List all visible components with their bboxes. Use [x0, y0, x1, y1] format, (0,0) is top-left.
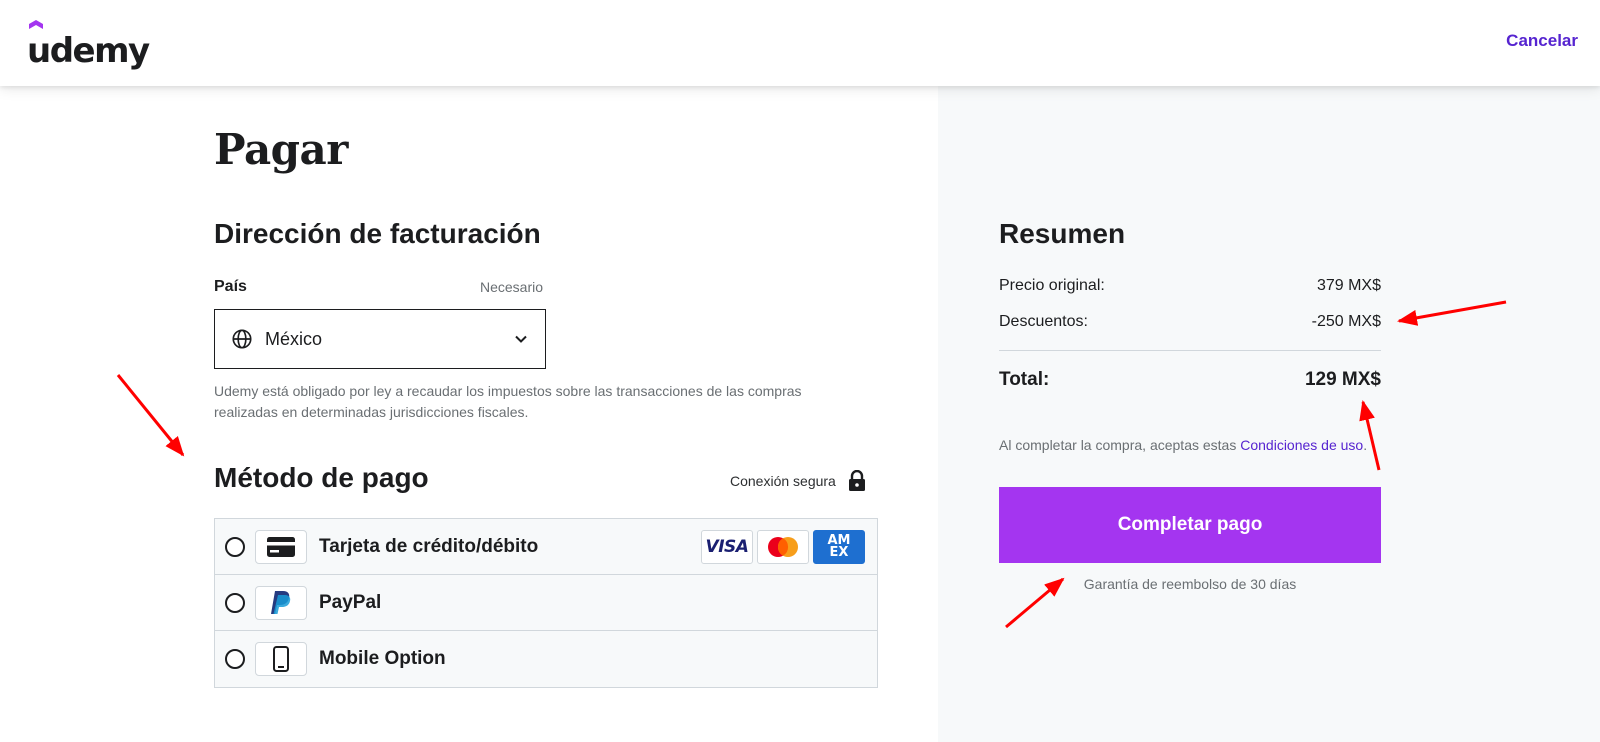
page-title: Pagar: [214, 125, 348, 174]
logo-hat-icon: [29, 20, 43, 29]
mobile-method-label: Mobile Option: [319, 648, 446, 669]
card-brand-logos: VISA AM EX: [701, 530, 865, 564]
cancel-link[interactable]: Cancelar: [1506, 31, 1578, 51]
required-label: Necesario: [480, 279, 544, 295]
amex-logo: AM EX: [813, 530, 865, 564]
chevron-down-icon: [515, 335, 527, 343]
total-row: Total: 129 MX$: [999, 369, 1381, 391]
card-radio[interactable]: [225, 536, 245, 557]
lock-icon: [848, 470, 865, 491]
terms-prefix: Al completar la compra, aceptas estas: [999, 437, 1241, 453]
country-select-value: México: [265, 328, 323, 349]
card-method-label: Tarjeta de crédito/débito: [319, 535, 539, 557]
paypal-method-label: PayPal: [319, 591, 382, 613]
summary-panel: [938, 86, 1600, 742]
money-back-guarantee: Garantía de reembolso de 30 días: [1083, 576, 1297, 592]
discount-row: Descuentos: -250 MX$: [999, 313, 1381, 331]
payment-section-title: Método de pago: [214, 462, 429, 493]
udemy-logo[interactable]: udemy: [27, 18, 150, 71]
secure-connection-label: Conexión segura: [730, 473, 836, 489]
summary-title: Resumen: [999, 218, 1126, 249]
top-header: udemy Cancelar: [0, 0, 1600, 86]
arrow-to-payment-method: [116, 374, 185, 457]
paypal-radio[interactable]: [225, 592, 245, 613]
visa-logo: VISA: [701, 530, 753, 564]
country-label: País: [214, 278, 247, 295]
secure-connection: Conexión segura: [730, 470, 866, 492]
terms-link[interactable]: Condiciones de uso: [1240, 437, 1363, 453]
summary-divider: [999, 350, 1381, 351]
credit-card-icon: [255, 529, 307, 564]
logo-wordmark: udemy: [27, 31, 150, 71]
payment-method-paypal[interactable]: PayPal: [215, 575, 877, 631]
terms-notice: Al completar la compra, aceptas estas Co…: [999, 435, 1383, 456]
mobile-radio[interactable]: [225, 649, 245, 669]
mastercard-logo: [757, 530, 809, 564]
country-select[interactable]: México: [214, 309, 546, 369]
checkout-page: udemy Cancelar Pagar Dirección de factur…: [0, 0, 1600, 742]
payment-method-mobile[interactable]: Mobile Option: [215, 631, 877, 687]
payment-method-card[interactable]: Tarjeta de crédito/débito VISA AM EX: [215, 519, 877, 575]
discount-value: -250 MX$: [1311, 313, 1381, 330]
complete-payment-button[interactable]: Completar pago: [999, 487, 1381, 563]
paypal-icon: [255, 585, 307, 620]
discount-label: Descuentos:: [999, 313, 1088, 330]
tax-note: Udemy está obligado por ley a recaudar l…: [214, 383, 802, 420]
payment-methods-list: Tarjeta de crédito/débito VISA AM EX Pay…: [214, 518, 878, 688]
total-value: 129 MX$: [1304, 369, 1381, 390]
total-label: Total:: [999, 369, 1050, 390]
original-price-value: 379 MX$: [1316, 277, 1381, 294]
original-price-label: Precio original:: [999, 277, 1105, 294]
billing-section-title: Dirección de facturación: [214, 218, 541, 249]
terms-suffix: .: [1363, 437, 1368, 453]
globe-icon: [232, 329, 252, 349]
original-price-row: Precio original: 379 MX$: [999, 277, 1381, 295]
mobile-phone-icon: [255, 642, 307, 676]
